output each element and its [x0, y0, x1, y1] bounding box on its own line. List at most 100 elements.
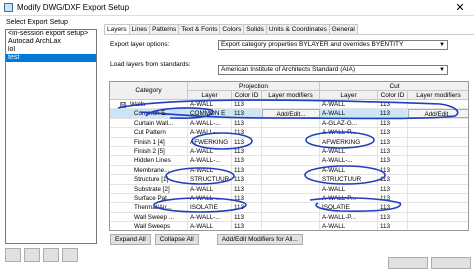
cell-p-color: 113: [232, 165, 262, 175]
table-row[interactable]: Surface Pat... A-WALL-... 113 A-WALL-P... 11…: [110, 194, 468, 204]
cell-category: Walls: [128, 100, 188, 109]
cell-category: Finish 1 [4]: [132, 137, 188, 147]
load-layers-label: Load layers from standards:: [110, 61, 191, 68]
tab-patterns[interactable]: Patterns: [149, 24, 180, 34]
cell-p-mod: [262, 184, 320, 194]
cell-category: Surface Pat...: [132, 194, 188, 203]
header-p-layer: Layer: [188, 91, 232, 100]
table-row[interactable]: Hidden Lines A-WALL-... 113 A-WALL-... 113: [110, 156, 468, 166]
cell-c-mod: [408, 213, 468, 222]
cell-p-mod: [262, 128, 320, 138]
table-row[interactable]: Membrane... A-WALL 113 A-WALL 113: [110, 165, 468, 176]
export-layer-options-select[interactable]: Export category properties BYLAYER and o…: [218, 40, 448, 50]
export-setup-item[interactable]: lol: [6, 46, 96, 54]
close-button[interactable]: ✕: [446, 0, 474, 16]
cell-c-mod: [408, 185, 468, 194]
table-row[interactable]: Walls A-WALL 113 A-WALL 113 ⊟: [110, 100, 468, 110]
tab-lines[interactable]: Lines: [128, 24, 151, 34]
cell-c-mod: [408, 100, 468, 109]
cell-c-layer: A-WALL-P...: [320, 194, 378, 203]
cell-c-color: 113: [378, 109, 408, 119]
table-row[interactable]: Finish 2 [5] A-WALL 113 A-WALL 113: [110, 147, 468, 157]
table-row[interactable]: Common E... COMMON E 113 Add/Edit... A-WALL 1…: [110, 109, 468, 119]
cell-category: Wall Sweep ...: [132, 212, 188, 222]
export-setup-item[interactable]: Autocad ArchLax: [6, 38, 96, 46]
add-edit-all-modifiers-button[interactable]: Add/Edit Modifiers for All...: [216, 234, 303, 245]
load-layers-select[interactable]: American Institute of Architects Standar…: [218, 65, 448, 75]
tab-colors[interactable]: Colors: [219, 24, 245, 34]
cell-p-mod: [262, 118, 320, 128]
table-row[interactable]: Thermal/Air... ISOLATIE 113 ISOLATIE 113: [110, 203, 468, 213]
window-title: Modify DWG/DXF Export Setup: [17, 3, 130, 12]
table-row[interactable]: Finish 1 [4] AFWERKING 113 AFWERKING 113: [110, 137, 468, 147]
cell-c-color: 113: [378, 175, 408, 185]
footer-button-2[interactable]: [431, 257, 471, 269]
collapse-all-button[interactable]: Collapse All: [154, 234, 199, 245]
add-edit-modifiers-button[interactable]: Add/Edit...: [408, 109, 468, 119]
tab-general[interactable]: General: [328, 24, 358, 34]
export-layer-options-label: Export layer options:: [110, 41, 170, 48]
header-c-layer: Layer: [320, 91, 378, 100]
expand-all-button[interactable]: Expand All: [110, 234, 151, 245]
cell-p-layer: A-WALL-...: [188, 194, 232, 203]
cell-p-color: 113: [232, 203, 262, 213]
export-setup-item[interactable]: test: [6, 54, 96, 62]
cell-category: Structure [1]: [132, 175, 188, 185]
cell-c-mod: [408, 138, 468, 147]
table-row[interactable]: Substrate [2] A-WALL 113 A-WALL 113: [110, 184, 468, 194]
cell-c-mod: [408, 194, 468, 203]
cell-c-color: 113: [378, 165, 408, 175]
export-setup-item[interactable]: <in-session export setup>: [6, 30, 96, 38]
tab-units-coordinates[interactable]: Units & Coordinates: [265, 24, 330, 34]
cell-p-color: 113: [232, 212, 262, 222]
collapse-icon[interactable]: ⊟: [120, 102, 126, 108]
cell-c-mod: [408, 222, 468, 230]
rename-setup-icon[interactable]: [43, 248, 59, 262]
cell-p-color: 113: [232, 194, 262, 203]
cell-c-mod: [408, 119, 468, 128]
cell-p-mod: [262, 212, 320, 222]
app-icon: [4, 3, 13, 12]
cell-p-layer: A-WALL-...: [188, 156, 232, 166]
table-row[interactable]: Curtain Wall... A-WALL-... 113 A-GLAZ-G... 1…: [110, 118, 468, 129]
cell-category: Substrate [2]: [132, 184, 188, 194]
export-setup-list[interactable]: <in-session export setup> Autocad ArchLax…: [5, 29, 97, 244]
cell-category: Membrane...: [132, 165, 188, 175]
cell-c-layer: A-WALL-P...: [320, 212, 378, 222]
cell-c-layer: AFWERKING: [320, 137, 378, 147]
cell-c-layer: A-WALL: [320, 109, 378, 119]
tab-solids[interactable]: Solids: [243, 24, 267, 34]
tab-text-fonts[interactable]: Text & Fonts: [178, 24, 221, 34]
header-projection: Projection: [188, 82, 320, 91]
cell-p-mod: [262, 147, 320, 156]
cell-c-layer: A-GLAZ-G...: [320, 118, 378, 128]
table-row[interactable]: Wall Sweeps A-WALL 113 A-WALL 113: [110, 222, 468, 230]
footer-button-1[interactable]: [388, 257, 428, 269]
layers-grid[interactable]: Category Projection Cut Layer Color ID Layer …: [109, 81, 469, 231]
table-row[interactable]: Wall Sweep ... A-WALL-... 113 A-WALL-P... 11…: [110, 212, 468, 223]
delete-setup-icon[interactable]: [62, 248, 78, 262]
cell-c-layer: A-WALL-P...: [320, 128, 378, 138]
cell-c-mod: [408, 147, 468, 156]
cell-p-mod: [262, 203, 320, 213]
duplicate-setup-icon[interactable]: [24, 248, 40, 262]
header-c-color: Color ID: [378, 91, 408, 100]
cell-c-mod: [408, 128, 468, 137]
cell-c-layer: A-WALL: [320, 100, 378, 109]
new-setup-icon[interactable]: [5, 248, 21, 262]
table-row[interactable]: Structure [1] STRUCTUUR 113 STRUCTUUR 113: [110, 175, 468, 185]
header-category: Category: [110, 82, 188, 100]
cell-category: Finish 2 [5]: [132, 147, 188, 156]
setup-list-buttons: [5, 248, 97, 266]
cell-c-color: 113: [378, 147, 408, 156]
cell-c-color: 113: [378, 222, 408, 230]
title-bar: Modify DWG/DXF Export Setup ✕: [0, 0, 474, 16]
cell-p-color: 113: [232, 156, 262, 166]
header-c-mod: Layer modifiers: [408, 91, 468, 100]
cell-p-layer: A-WALL: [188, 100, 232, 109]
add-edit-modifiers-button[interactable]: Add/Edit...: [262, 109, 320, 119]
cell-c-mod: [408, 156, 468, 165]
table-row[interactable]: Cut Pattern A-WALL-... 113 A-WALL-P... 113: [110, 128, 468, 138]
cell-c-layer: A-WALL-...: [320, 156, 378, 166]
tab-bar: Layers Lines Patterns Text & Fonts Colors Sol…: [104, 24, 358, 35]
